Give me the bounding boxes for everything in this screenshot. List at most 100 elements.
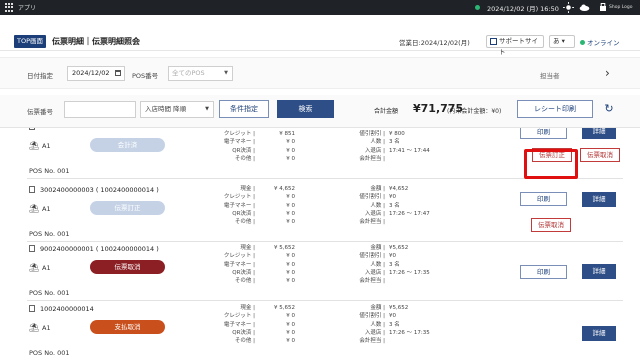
business-date: 営業日:2024/12/02(月) bbox=[399, 39, 470, 47]
labels2-column: 金額 | 値引割引 | 人数 | 入退店 | 会計担当 | bbox=[342, 304, 385, 345]
labels2-cell: 人数 | bbox=[370, 202, 385, 209]
labels1-cell: その他 | bbox=[234, 219, 255, 226]
date-picker[interactable]: 2024/12/02 bbox=[67, 66, 125, 81]
slip-number: 1002400000014 bbox=[29, 305, 94, 313]
chevron-right-icon[interactable]: › bbox=[605, 66, 610, 80]
table-icon: ⛱ bbox=[29, 263, 40, 272]
labels2-cell: 値引割引 | bbox=[359, 313, 385, 320]
values1-cell: ¥ 5,652 bbox=[274, 245, 295, 251]
values1-cell: ¥ 0 bbox=[286, 155, 295, 162]
values1-column: ¥ 5,652 ¥ 0 ¥ 0 ¥ 0 ¥ 0 bbox=[265, 244, 295, 285]
values2-cell: 17:41 ～ 17:44 bbox=[389, 147, 430, 154]
slip-number-text: 1002400000014 bbox=[40, 305, 94, 313]
slip-number-input[interactable] bbox=[64, 101, 136, 118]
app-grid-icon[interactable] bbox=[5, 3, 14, 12]
print-button[interactable]: 印刷 bbox=[520, 128, 567, 139]
support-site-button[interactable]: サポートサイト bbox=[486, 35, 544, 56]
slip-number-text: 3002400000003 ( 1002400000014 ) bbox=[40, 186, 159, 194]
values1-cell: ¥ 0 bbox=[286, 338, 295, 345]
filter-bar: 日付指定 2024/12/02 POS番号 全てのPOS ▼ 担当者 › bbox=[0, 57, 640, 89]
labels1-cell: 現金 | bbox=[240, 186, 255, 192]
labels1-column: 現金 | クレジット | 電子マネー | QR決済 | その他 | bbox=[195, 304, 255, 345]
labels2-cell: 金額 | bbox=[370, 305, 385, 311]
values1-column: ¥ 851 ¥ 0 ¥ 0 ¥ 0 bbox=[265, 130, 295, 163]
pos-number: POS No. 001 bbox=[29, 289, 70, 297]
slip-cancel-button[interactable]: 伝票取消 bbox=[580, 148, 620, 162]
detail-button[interactable]: 詳細 bbox=[582, 264, 616, 279]
sun-icon bbox=[563, 2, 574, 13]
shop-logo: Shop Logo bbox=[609, 5, 633, 10]
condition-button[interactable]: 条件指定 bbox=[219, 100, 269, 118]
values2-cell bbox=[389, 218, 459, 226]
values2-cell: ¥0 bbox=[389, 313, 396, 320]
labels2-cell: 会計担当 | bbox=[359, 338, 385, 345]
print-button[interactable]: 印刷 bbox=[520, 192, 567, 206]
labels2-cell: 会計担当 | bbox=[359, 219, 385, 226]
language-select[interactable]: あ ▾ bbox=[549, 35, 575, 48]
support-label: サポートサイト bbox=[499, 37, 538, 56]
pos-select[interactable]: 全てのPOS ▼ bbox=[168, 66, 233, 81]
labels1-column: 現金 | クレジット | 電子マネー | QR決済 | その他 | bbox=[195, 185, 255, 226]
labels1-cell: 電子マネー | bbox=[223, 139, 255, 146]
values2-cell: 17:26 ～ 17:35 bbox=[389, 329, 430, 336]
values1-cell: ¥ 0 bbox=[286, 329, 295, 336]
table-number: A1 bbox=[42, 142, 51, 150]
detail-button[interactable]: 詳細 bbox=[582, 326, 616, 341]
labels1-column: クレジット | 電子マネー | QR決済 | その他 | bbox=[195, 130, 255, 163]
receipt-print-button[interactable]: レシート印刷 bbox=[517, 100, 593, 118]
detail-button[interactable]: 詳細 bbox=[582, 192, 616, 207]
pos-number: POS No. 001 bbox=[29, 349, 70, 357]
values1-cell: ¥ 0 bbox=[286, 147, 295, 154]
labels1-cell: QR決済 | bbox=[232, 329, 255, 336]
table-number: A1 bbox=[42, 264, 51, 272]
labels2-cell: 値引割引 | bbox=[359, 253, 385, 260]
slip-number-label: 伝票番号 bbox=[27, 108, 53, 116]
slip-list: ⛱ A1 会計済 POS No. 001 クレジット | 電子マネー | QR決済 | その他… bbox=[27, 128, 623, 360]
values1-cell: ¥ 0 bbox=[286, 321, 295, 328]
document-icon bbox=[29, 128, 35, 130]
date-label: 日付指定 bbox=[27, 72, 53, 80]
values1-cell: ¥ 0 bbox=[286, 313, 295, 320]
header-bar: TOP画面 伝票明細｜伝票明細照会 営業日:2024/12/02(月) サポート… bbox=[0, 32, 640, 56]
pos-number: POS No. 001 bbox=[29, 230, 70, 238]
chevron-down-icon: ▼ bbox=[205, 106, 209, 112]
slip-row: 1002400000014 ⛱ A1 支払取消 POS No. 001 現金 | クレジット… bbox=[27, 302, 623, 360]
slip-cancel-button[interactable]: 伝票取消 bbox=[531, 218, 571, 232]
values2-cell: ¥0 bbox=[389, 194, 396, 201]
labels2-cell: 値引割引 | bbox=[359, 194, 385, 201]
labels1-cell: 現金 | bbox=[240, 305, 255, 311]
calendar-icon bbox=[115, 70, 121, 76]
values2-cell bbox=[389, 337, 459, 345]
values1-cell: ¥ 0 bbox=[286, 278, 295, 285]
document-icon bbox=[29, 186, 35, 193]
labels2-cell: 入退店 | bbox=[364, 329, 385, 336]
refresh-icon[interactable]: ↻ bbox=[601, 101, 617, 117]
labels1-cell: その他 | bbox=[234, 278, 255, 285]
values2-cell: 3 名 bbox=[389, 139, 400, 146]
slip-row: ⛱ A1 会計済 POS No. 001 クレジット | 電子マネー | QR決済 | その他… bbox=[27, 128, 623, 179]
search-button[interactable]: 検索 bbox=[277, 100, 334, 118]
values2-cell: 3 名 bbox=[389, 261, 400, 268]
table-icon: ⛱ bbox=[29, 323, 40, 332]
values2-cell: ¥5,652 bbox=[389, 305, 409, 311]
labels2-cell: 会計担当 | bbox=[359, 155, 385, 162]
labels2-column: 値引割引 | 人数 | 入退店 | 会計担当 | bbox=[342, 130, 385, 163]
search-bar: 伝票番号 入店時間 降順 ▼ 条件指定 検索 合計金額 ¥71,775 (内未会計… bbox=[0, 95, 640, 128]
print-button[interactable]: 印刷 bbox=[520, 265, 567, 279]
slip-number bbox=[29, 128, 40, 131]
values1-column: ¥ 5,652 ¥ 0 ¥ 0 ¥ 0 ¥ 0 bbox=[265, 304, 295, 345]
values1-cell: ¥ 0 bbox=[286, 269, 295, 276]
slip-correct-button[interactable]: 伝票訂正 bbox=[532, 148, 572, 162]
sort-select[interactable]: 入店時間 降順 ▼ bbox=[140, 101, 214, 118]
top-screen-button[interactable]: TOP画面 bbox=[14, 35, 47, 48]
document-icon bbox=[29, 245, 35, 252]
values1-cell: ¥ 0 bbox=[286, 219, 295, 226]
labels1-cell: その他 | bbox=[234, 338, 255, 345]
detail-button[interactable]: 詳細 bbox=[582, 128, 616, 139]
language-label: あ bbox=[553, 37, 560, 45]
labels1-cell: QR決済 | bbox=[232, 147, 255, 154]
labels1-cell: 電子マネー | bbox=[223, 321, 255, 328]
pos-label: POS番号 bbox=[132, 72, 159, 80]
labels2-column: 金額 | 値引割引 | 人数 | 入退店 | 会計担当 | bbox=[342, 244, 385, 285]
values1-cell: ¥ 0 bbox=[286, 202, 295, 209]
